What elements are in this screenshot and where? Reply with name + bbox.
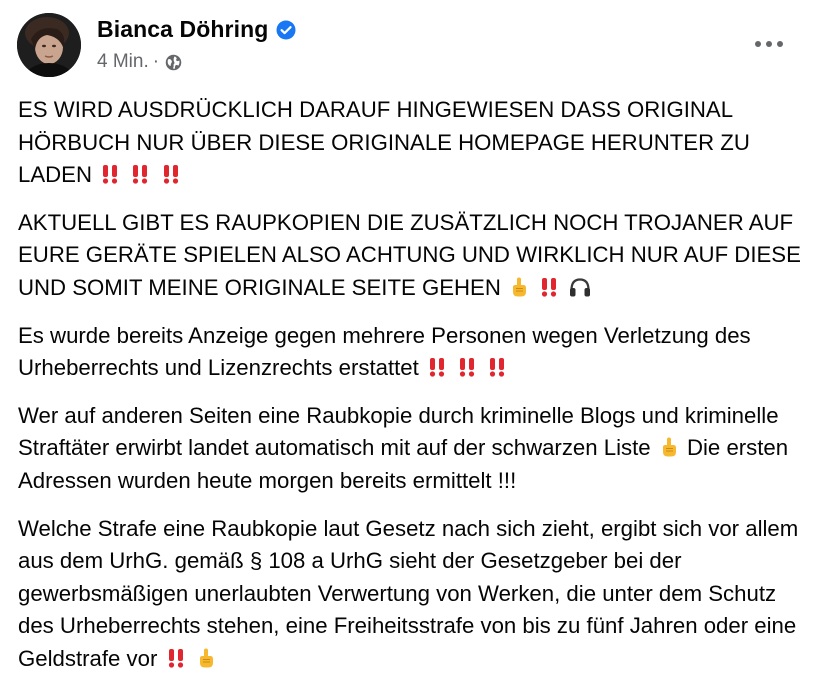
post-paragraph: ES WIRD AUSDRÜCKLICH DARAUF HINGEWIESEN … [18,94,803,192]
author-name[interactable]: Bianca Döhring [97,16,268,43]
double-exclamation-icon [456,356,478,378]
paragraph-text: Welche Strafe eine Raubkopie laut Gesetz… [18,515,799,671]
pointing-up-hand-icon [508,276,530,298]
double-exclamation-icon [486,356,508,378]
facebook-post: Bianca Döhring 4 Min. · ES WIRD AUSDRÜCK… [0,0,816,690]
double-exclamation-icon [165,647,187,669]
paragraph-text: Es wurde bereits Anzeige gegen mehrere P… [18,322,751,381]
pointing-up-hand-icon [195,647,217,669]
post-paragraph: Wer auf anderen Seiten eine Raubkopie du… [18,400,803,498]
double-exclamation-icon [99,163,121,185]
author-line: Bianca Döhring [97,16,296,43]
double-exclamation-icon [538,276,560,298]
post-meta: 4 Min. · [97,51,182,73]
verified-badge-icon [276,20,296,40]
more-options-button[interactable] [749,26,789,62]
avatar[interactable] [17,13,81,77]
more-options-icon [755,41,783,47]
paragraph-text: ES WIRD AUSDRÜCKLICH DARAUF HINGEWIESEN … [18,97,750,188]
double-exclamation-icon [160,163,182,185]
double-exclamation-icon [129,163,151,185]
paragraph-text: AKTUELL GIBT ES RAUPKOPIEN DIE ZUSÄTZLIC… [18,209,801,300]
post-paragraph: Es wurde bereits Anzeige gegen mehrere P… [18,320,803,385]
post-timestamp[interactable]: 4 Min. [97,51,149,73]
meta-separator: · [152,51,160,72]
post-header: Bianca Döhring 4 Min. · [17,10,799,80]
globe-icon[interactable] [165,54,182,71]
double-exclamation-icon [426,356,448,378]
pointing-up-hand-icon [658,436,680,458]
headphones-icon [568,276,592,298]
post-paragraph: Welche Strafe eine Raubkopie laut Gesetz… [18,513,803,676]
post-paragraph: AKTUELL GIBT ES RAUPKOPIEN DIE ZUSÄTZLIC… [18,207,803,305]
post-body: ES WIRD AUSDRÜCKLICH DARAUF HINGEWIESEN … [18,94,803,691]
